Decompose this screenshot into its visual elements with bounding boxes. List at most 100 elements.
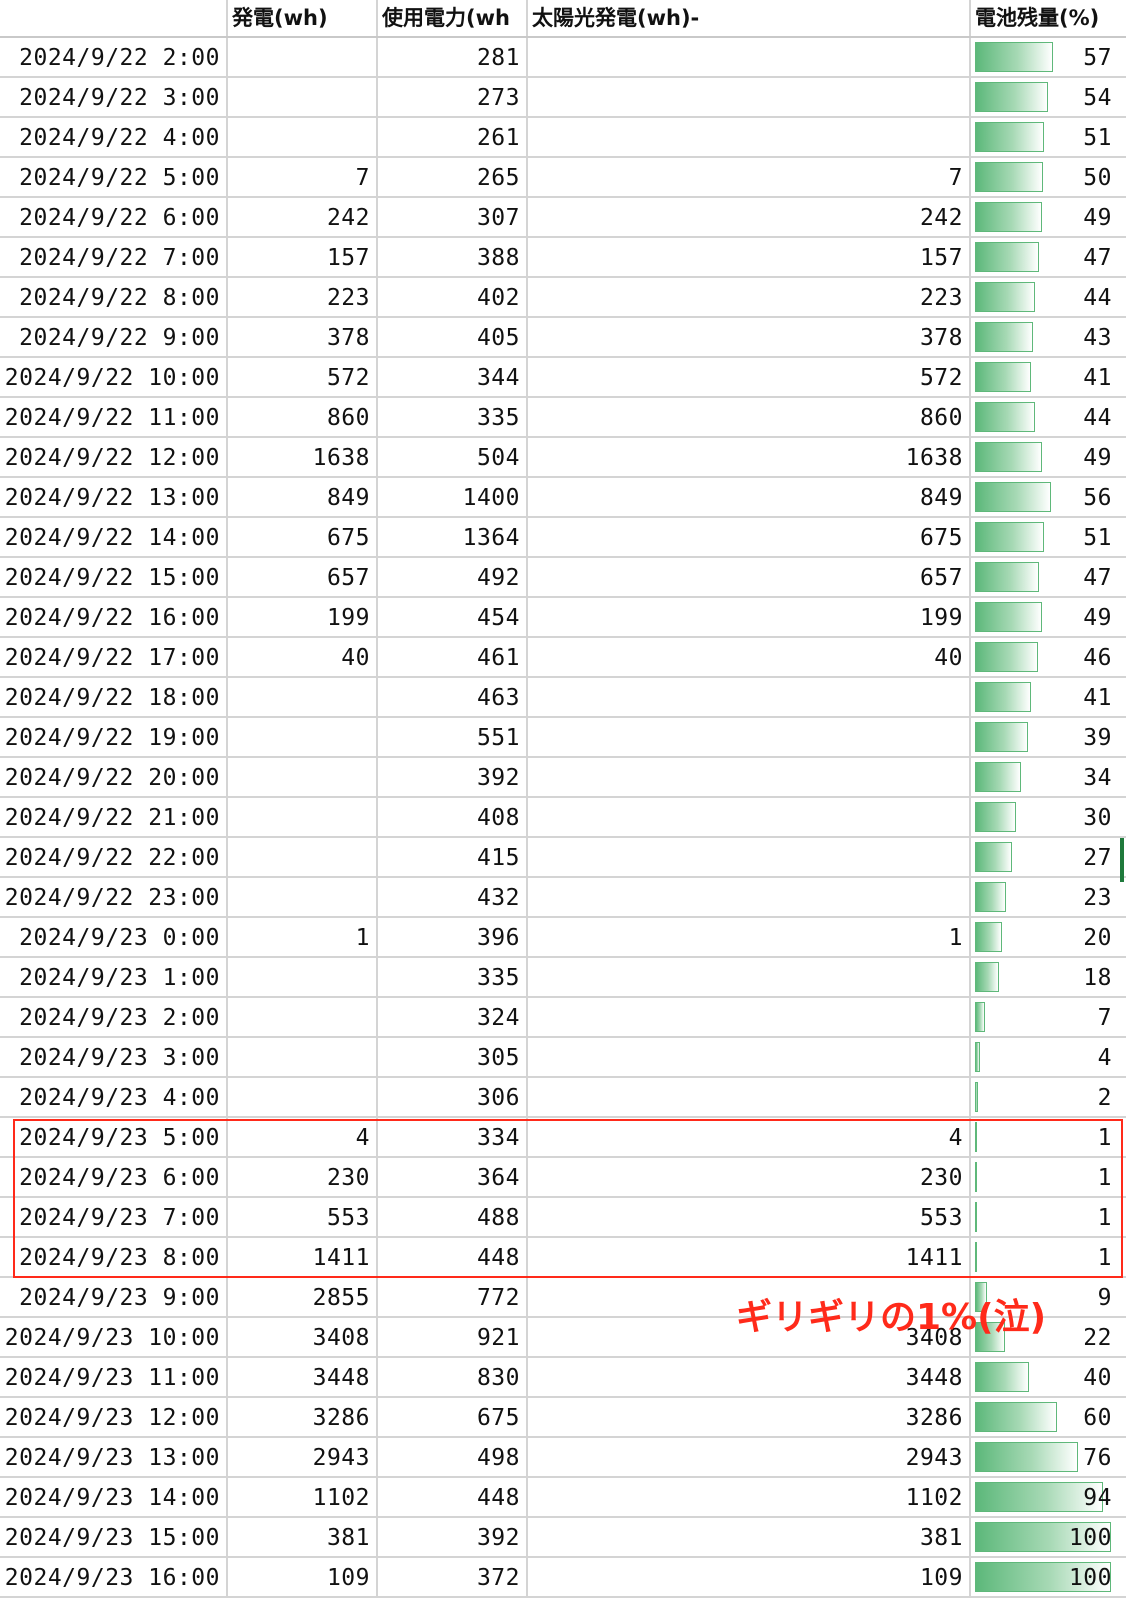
cell-solar[interactable] [528, 678, 971, 716]
cell-generation[interactable]: 2855 [228, 1278, 378, 1316]
cell-generation[interactable] [228, 1038, 378, 1076]
cell-generation[interactable]: 223 [228, 278, 378, 316]
cell-generation[interactable] [228, 718, 378, 756]
cell-date[interactable]: 2024/9/23 11:00 [0, 1358, 228, 1396]
cell-date[interactable]: 2024/9/22 22:00 [0, 838, 228, 876]
cell-usage[interactable]: 408 [378, 798, 528, 836]
cell-generation[interactable] [228, 998, 378, 1036]
cell-solar[interactable]: 3448 [528, 1358, 971, 1396]
cell-battery[interactable]: 4 [971, 1038, 1126, 1076]
cell-solar[interactable]: 572 [528, 358, 971, 396]
cell-usage[interactable]: 1400 [378, 478, 528, 516]
cell-solar[interactable] [528, 838, 971, 876]
cell-generation[interactable]: 860 [228, 398, 378, 436]
cell-usage[interactable]: 305 [378, 1038, 528, 1076]
cell-solar[interactable] [528, 1038, 971, 1076]
cell-generation[interactable]: 1 [228, 918, 378, 956]
cell-date[interactable]: 2024/9/22 11:00 [0, 398, 228, 436]
cell-generation[interactable] [228, 678, 378, 716]
cell-battery[interactable]: 94 [971, 1478, 1126, 1516]
cell-generation[interactable] [228, 38, 378, 76]
cell-battery[interactable]: 27 [971, 838, 1126, 876]
cell-usage[interactable]: 498 [378, 1438, 528, 1476]
cell-generation[interactable] [228, 798, 378, 836]
cell-solar[interactable]: 3286 [528, 1398, 971, 1436]
cell-date[interactable]: 2024/9/23 14:00 [0, 1478, 228, 1516]
cell-battery[interactable]: 18 [971, 958, 1126, 996]
cell-usage[interactable]: 454 [378, 598, 528, 636]
cell-date[interactable]: 2024/9/23 1:00 [0, 958, 228, 996]
cell-solar[interactable]: 109 [528, 1558, 971, 1596]
cell-solar[interactable]: 242 [528, 198, 971, 236]
cell-battery[interactable]: 39 [971, 718, 1126, 756]
cell-date[interactable]: 2024/9/22 17:00 [0, 638, 228, 676]
cell-usage[interactable]: 415 [378, 838, 528, 876]
header-usage[interactable]: 使用電力(wh [378, 0, 528, 36]
cell-solar[interactable]: 860 [528, 398, 971, 436]
cell-generation[interactable]: 242 [228, 198, 378, 236]
header-generation[interactable]: 発電(wh) [228, 0, 378, 36]
cell-usage[interactable]: 448 [378, 1478, 528, 1516]
cell-generation[interactable] [228, 838, 378, 876]
cell-battery[interactable]: 100 [971, 1518, 1126, 1556]
cell-usage[interactable]: 388 [378, 238, 528, 276]
cell-usage[interactable]: 261 [378, 118, 528, 156]
cell-generation[interactable]: 1102 [228, 1478, 378, 1516]
cell-solar[interactable]: 657 [528, 558, 971, 596]
cell-generation[interactable]: 40 [228, 638, 378, 676]
cell-battery[interactable]: 30 [971, 798, 1126, 836]
cell-usage[interactable]: 392 [378, 1518, 528, 1556]
cell-usage[interactable]: 921 [378, 1318, 528, 1356]
cell-usage[interactable]: 504 [378, 438, 528, 476]
cell-battery[interactable]: 60 [971, 1398, 1126, 1436]
cell-date[interactable]: 2024/9/22 8:00 [0, 278, 228, 316]
cell-battery[interactable]: 40 [971, 1358, 1126, 1396]
cell-date[interactable]: 2024/9/22 6:00 [0, 198, 228, 236]
cell-battery[interactable]: 51 [971, 118, 1126, 156]
cell-usage[interactable]: 306 [378, 1078, 528, 1116]
cell-date[interactable]: 2024/9/22 14:00 [0, 518, 228, 556]
cell-solar[interactable]: 1 [528, 918, 971, 956]
cell-generation[interactable]: 109 [228, 1558, 378, 1596]
cell-usage[interactable]: 281 [378, 38, 528, 76]
cell-generation[interactable]: 572 [228, 358, 378, 396]
cell-date[interactable]: 2024/9/22 13:00 [0, 478, 228, 516]
cell-usage[interactable]: 392 [378, 758, 528, 796]
cell-battery[interactable]: 43 [971, 318, 1126, 356]
cell-usage[interactable]: 675 [378, 1398, 528, 1436]
cell-solar[interactable] [528, 798, 971, 836]
cell-date[interactable]: 2024/9/22 3:00 [0, 78, 228, 116]
cell-battery[interactable]: 50 [971, 158, 1126, 196]
cell-solar[interactable]: 40 [528, 638, 971, 676]
cell-generation[interactable]: 3408 [228, 1318, 378, 1356]
cell-generation[interactable] [228, 958, 378, 996]
cell-battery[interactable]: 7 [971, 998, 1126, 1036]
cell-battery[interactable]: 76 [971, 1438, 1126, 1476]
cell-usage[interactable]: 492 [378, 558, 528, 596]
cell-battery[interactable]: 100 [971, 1558, 1126, 1596]
cell-generation[interactable] [228, 1078, 378, 1116]
cell-generation[interactable]: 2943 [228, 1438, 378, 1476]
cell-date[interactable]: 2024/9/22 21:00 [0, 798, 228, 836]
cell-usage[interactable]: 344 [378, 358, 528, 396]
cell-date[interactable]: 2024/9/23 0:00 [0, 918, 228, 956]
cell-date[interactable]: 2024/9/23 9:00 [0, 1278, 228, 1316]
cell-battery[interactable]: 44 [971, 398, 1126, 436]
cell-battery[interactable]: 57 [971, 38, 1126, 76]
cell-usage[interactable]: 551 [378, 718, 528, 756]
cell-battery[interactable]: 44 [971, 278, 1126, 316]
cell-date[interactable]: 2024/9/23 12:00 [0, 1398, 228, 1436]
cell-generation[interactable] [228, 78, 378, 116]
cell-usage[interactable]: 402 [378, 278, 528, 316]
cell-generation[interactable]: 849 [228, 478, 378, 516]
cell-solar[interactable] [528, 958, 971, 996]
cell-battery[interactable]: 47 [971, 238, 1126, 276]
cell-battery[interactable]: 54 [971, 78, 1126, 116]
cell-generation[interactable]: 675 [228, 518, 378, 556]
cell-solar[interactable]: 157 [528, 238, 971, 276]
cell-solar[interactable]: 1638 [528, 438, 971, 476]
cell-date[interactable]: 2024/9/22 16:00 [0, 598, 228, 636]
cell-usage[interactable]: 372 [378, 1558, 528, 1596]
cell-solar[interactable]: 849 [528, 478, 971, 516]
cell-usage[interactable]: 830 [378, 1358, 528, 1396]
